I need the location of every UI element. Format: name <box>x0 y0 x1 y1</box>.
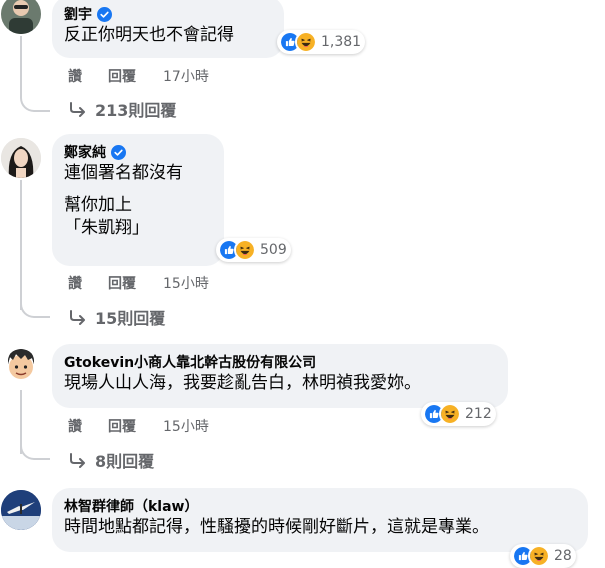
comment-text-line: 幫你加上 <box>64 195 132 215</box>
haha-reaction-icon <box>234 239 256 261</box>
reaction-count: 28 <box>554 548 572 564</box>
reaction-summary[interactable]: 28 <box>510 544 576 568</box>
thread-connector <box>20 294 50 318</box>
view-replies-link[interactable]: 15則回覆 <box>68 305 165 329</box>
author-name[interactable]: 劉宇 <box>64 4 92 24</box>
like-button[interactable]: 讚 <box>68 66 108 86</box>
reaction-summary[interactable]: 1,381 <box>277 30 366 54</box>
view-replies-label: 8則回覆 <box>95 452 155 471</box>
reply-button[interactable]: 回覆 <box>108 416 163 436</box>
avatar[interactable] <box>1 490 41 530</box>
view-replies-label: 213則回覆 <box>95 101 177 120</box>
reply-arrow-icon <box>70 453 85 468</box>
view-replies-label: 15則回覆 <box>95 309 166 328</box>
author-name[interactable]: 林智群律師（klaw） <box>64 496 199 516</box>
timestamp[interactable]: 15小時 <box>163 416 209 436</box>
reaction-summary[interactable]: 509 <box>216 238 291 262</box>
comment-text: 反正你明天也不會記得 <box>64 24 272 47</box>
thread-connector <box>20 436 50 460</box>
verified-badge-icon <box>111 144 126 160</box>
haha-reaction-icon <box>295 31 317 53</box>
timestamp[interactable]: 15小時 <box>163 273 209 293</box>
haha-reaction-icon <box>439 403 461 425</box>
comment-text: 時間地點都記得，性騷擾的時候剛好斷片，這就是專業。 <box>64 516 576 539</box>
reply-button[interactable]: 回覆 <box>108 66 163 86</box>
haha-reaction-icon <box>528 545 550 567</box>
reply-button[interactable]: 回覆 <box>108 273 163 293</box>
comment-bubble: Gtokevin小商人靠北幹古股份有限公司 現場人山人海，我要趁亂告白，林明禎我… <box>52 344 508 408</box>
comment-text-line: 現場人山人海，我要趁亂告白，林明禎我愛妳。 <box>64 373 421 393</box>
author-name[interactable]: 鄭家純 <box>64 142 106 162</box>
thread-line <box>20 180 22 310</box>
comment-actions: 讚 回覆 17小時 <box>68 66 209 86</box>
reaction-count: 509 <box>260 242 287 258</box>
reaction-count: 212 <box>465 406 492 422</box>
view-replies-link[interactable]: 213則回覆 <box>68 97 176 121</box>
comment-bubble: 林智群律師（klaw） 時間地點都記得，性騷擾的時候剛好斷片，這就是專業。 <box>52 488 588 552</box>
comment-text-line: 「朱凱翔」 <box>64 218 149 238</box>
reply-arrow-icon <box>70 102 85 117</box>
comment-bubble: 劉宇 反正你明天也不會記得 <box>52 0 284 58</box>
comment-bubble: 鄭家純 連個署名都沒有 幫你加上 「朱凱翔」 <box>52 134 224 266</box>
view-replies-link[interactable]: 8則回覆 <box>68 448 154 472</box>
thread-line <box>20 36 22 96</box>
like-button[interactable]: 讚 <box>68 416 108 436</box>
reply-arrow-icon <box>70 310 85 325</box>
reaction-count: 1,381 <box>321 34 362 50</box>
comment-actions: 讚 回覆 15小時 <box>68 416 209 436</box>
comment-text-line: 反正你明天也不會記得 <box>64 25 234 45</box>
timestamp[interactable]: 17小時 <box>163 66 209 86</box>
reaction-summary[interactable]: 212 <box>421 402 496 426</box>
comment-text-line: 時間地點都記得，性騷擾的時候剛好斷片，這就是專業。 <box>64 517 489 537</box>
avatar[interactable] <box>1 138 41 178</box>
author-name[interactable]: Gtokevin小商人靠北幹古股份有限公司 <box>64 352 316 372</box>
comment-text-line: 連個署名都沒有 <box>64 163 183 183</box>
verified-badge-icon <box>97 6 112 22</box>
like-button[interactable]: 讚 <box>68 273 108 293</box>
comment-text: 連個署名都沒有 幫你加上 「朱凱翔」 <box>64 162 212 240</box>
avatar[interactable] <box>1 344 41 384</box>
thread-connector <box>20 88 50 112</box>
avatar[interactable] <box>1 0 41 34</box>
comment-text: 現場人山人海，我要趁亂告白，林明禎我愛妳。 <box>64 372 496 395</box>
comment-actions: 讚 回覆 15小時 <box>68 273 209 293</box>
